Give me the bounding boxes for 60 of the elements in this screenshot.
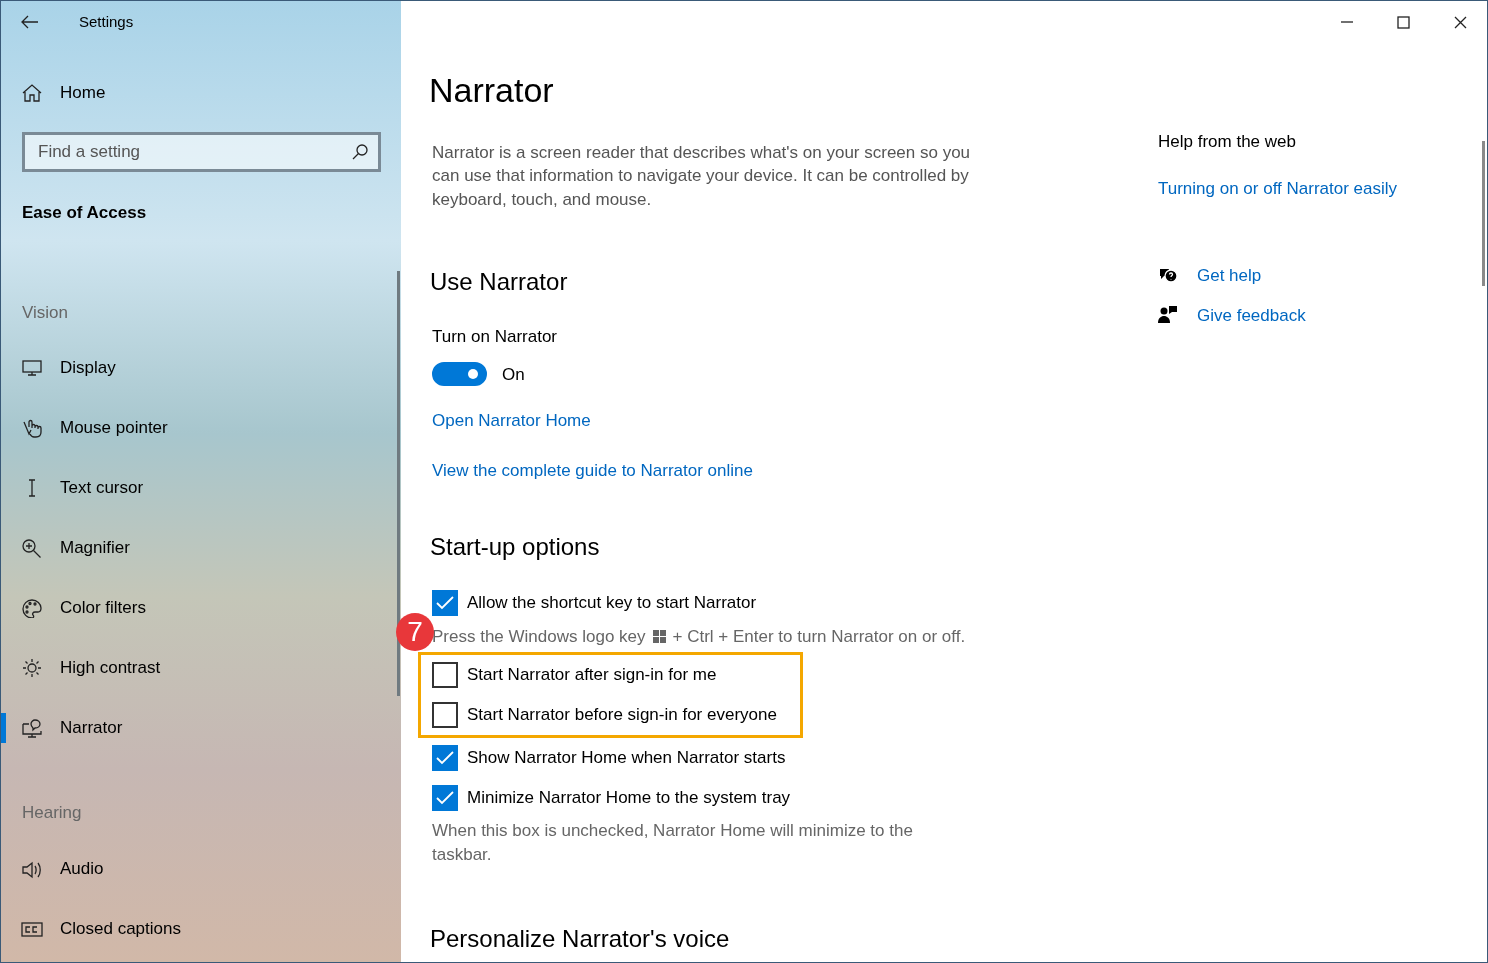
checkbox[interactable] bbox=[432, 784, 458, 811]
section-heading: Use Narrator bbox=[430, 268, 569, 298]
window-title: Settings bbox=[79, 11, 134, 32]
hint-text: When this box is unchecked, Narrator Home will minimize to the taskbar. bbox=[432, 819, 914, 866]
sidebar-item[interactable]: Text cursor bbox=[1, 458, 401, 518]
palette-icon bbox=[21, 598, 43, 618]
search-field[interactable]: Find a setting bbox=[22, 132, 381, 172]
sidebar-item[interactable]: Display bbox=[1, 338, 401, 398]
search-icon bbox=[352, 144, 368, 160]
link[interactable]: View the complete guide to Narrator online bbox=[432, 457, 753, 484]
text-cursor-icon bbox=[28, 479, 36, 497]
checkbox-label: Start Narrator after sign-in for me bbox=[467, 664, 717, 687]
page-title: Narrator bbox=[429, 70, 555, 111]
category-heading: Ease of Access bbox=[21, 202, 148, 224]
hint-text: Press the Windows logo key bbox=[432, 625, 646, 648]
sidebar-item[interactable]: Narrator bbox=[1, 698, 401, 758]
toggle-state: On bbox=[502, 363, 525, 386]
maximize-icon bbox=[1396, 14, 1411, 30]
scrollbar-thumb[interactable] bbox=[1482, 141, 1485, 286]
toggle-switch[interactable] bbox=[432, 362, 487, 387]
narrator-icon bbox=[21, 718, 43, 738]
help-heading: Help from the web bbox=[1158, 131, 1297, 153]
magnifier-icon bbox=[21, 538, 43, 558]
sidebar-item[interactable]: Magnifier bbox=[1, 518, 401, 578]
back-arrow-icon bbox=[20, 15, 39, 29]
sidebar-item[interactable]: Mouse pointer bbox=[1, 398, 401, 458]
page-description: Narrator is a screen reader that describes what's on your screen so you can use that information to navigate your device. It can be controlled by keyboard, touch, and mouse. bbox=[432, 141, 972, 211]
pointer-hand-icon bbox=[21, 418, 43, 438]
checkbox-label: Show Narrator Home when Narrator starts bbox=[467, 747, 786, 770]
hint-text: + Ctrl + Enter to turn Narrator on or off. bbox=[672, 625, 966, 648]
checkbox[interactable] bbox=[432, 661, 458, 688]
section-heading: Start-up options bbox=[430, 533, 601, 562]
link[interactable]: Get help bbox=[1197, 263, 1262, 289]
link[interactable]: Turning on or off Narrator easily bbox=[1158, 175, 1398, 201]
home-icon bbox=[21, 83, 43, 103]
checkmark-icon bbox=[436, 790, 454, 805]
checkbox[interactable] bbox=[432, 701, 458, 728]
windows-logo-icon bbox=[652, 629, 666, 643]
checkbox[interactable] bbox=[432, 589, 458, 616]
checkbox-label: Start Narrator before sign-in for everyone bbox=[467, 704, 777, 727]
group-heading: Vision bbox=[21, 301, 69, 324]
close-icon bbox=[1453, 14, 1468, 30]
checkmark-icon bbox=[436, 595, 454, 610]
checkbox[interactable] bbox=[432, 744, 458, 771]
link[interactable]: Open Narrator Home bbox=[432, 408, 591, 434]
minimize-icon bbox=[1340, 21, 1353, 23]
scrollbar-thumb[interactable] bbox=[397, 271, 400, 696]
checkbox-label: Minimize Narrator Home to the system tray bbox=[467, 787, 791, 810]
checkbox-label: Allow the shortcut key to start Narrator bbox=[467, 592, 757, 615]
person-feedback-icon bbox=[1158, 305, 1179, 326]
toggle-label: Turn on Narrator bbox=[432, 326, 559, 349]
sun-icon bbox=[21, 658, 43, 678]
link[interactable]: Give feedback bbox=[1197, 302, 1306, 328]
checkmark-icon bbox=[436, 750, 454, 765]
sidebar-item[interactable]: Closed captions bbox=[1, 898, 401, 959]
monitor-icon bbox=[21, 358, 43, 378]
home-nav-item[interactable]: Home bbox=[1, 63, 401, 123]
sidebar-item[interactable]: Audio bbox=[1, 838, 401, 899]
section-heading: Personalize Narrator's voice bbox=[430, 924, 731, 954]
group-heading: Hearing bbox=[21, 802, 83, 824]
